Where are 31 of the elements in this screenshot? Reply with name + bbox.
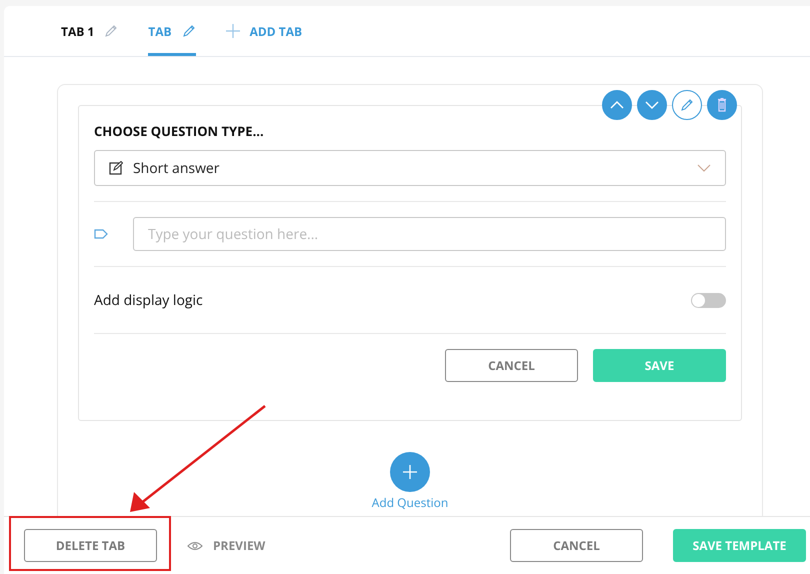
tag-icon [94, 229, 108, 239]
display-logic-toggle[interactable] [691, 292, 726, 308]
edit-icon [109, 161, 123, 175]
pencil-icon [182, 24, 196, 38]
delete-button[interactable] [707, 90, 737, 120]
chevron-down-icon [645, 101, 659, 109]
eye-icon [187, 540, 203, 550]
add-tab-button[interactable]: ADD TAB [226, 6, 302, 56]
plus-icon [226, 24, 240, 38]
question-input-field[interactable]: Type your question here... [133, 217, 726, 251]
chevron-up-icon [610, 101, 624, 109]
save-button[interactable]: SAVE [593, 349, 726, 382]
preview-button[interactable]: PREVIEW [187, 537, 266, 554]
add-question-button[interactable] [390, 452, 430, 492]
cancel-button[interactable]: CANCEL [510, 529, 643, 562]
add-question-link[interactable]: Add Question [372, 494, 448, 511]
pencil-icon [680, 98, 694, 112]
pencil-icon [104, 24, 118, 38]
save-template-button[interactable]: SAVE TEMPLATE [673, 529, 806, 562]
edit-button[interactable] [672, 90, 702, 120]
trash-icon [717, 98, 727, 112]
question-type-dropdown[interactable]: Short answer [94, 150, 726, 186]
section-heading: CHOOSE QUESTION TYPE... [94, 122, 265, 140]
arrow-down-button[interactable] [637, 90, 667, 120]
tab[interactable]: TAB [148, 6, 196, 56]
cancel-button[interactable]: CANCEL [445, 349, 578, 382]
display-logic-label: Add display logic [94, 290, 203, 310]
caret-icon [697, 164, 711, 172]
delete-tab-button[interactable]: DELETE TAB [24, 529, 157, 562]
tab[interactable]: TAB 1 [61, 6, 118, 56]
arrow-up-button[interactable] [602, 90, 632, 120]
